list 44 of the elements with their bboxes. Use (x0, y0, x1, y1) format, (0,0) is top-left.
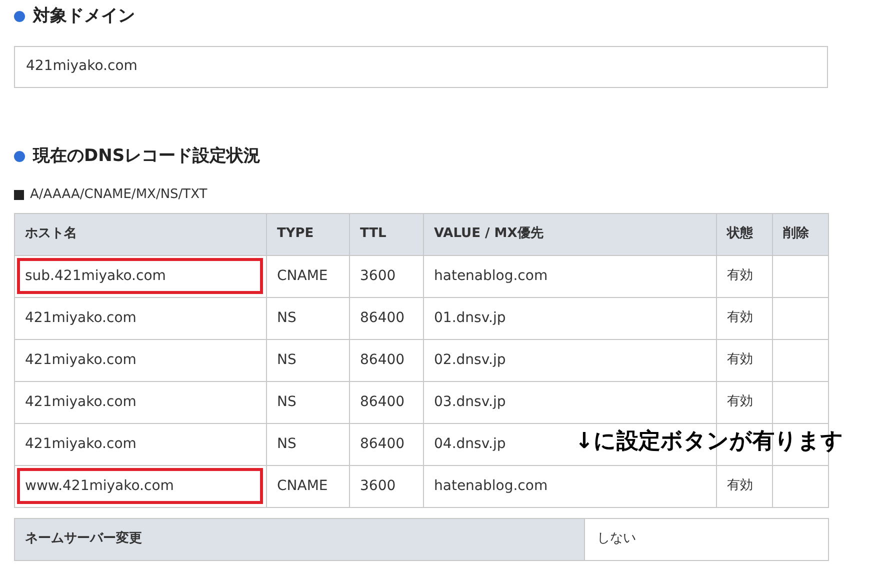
table-cell: NS (266, 423, 350, 465)
table-cell: 86400 (350, 423, 424, 465)
host-name: www.421miyako.com (25, 478, 174, 494)
setting-label: ネームサーバー変更 (15, 518, 585, 560)
setting-value: しない (596, 530, 637, 548)
section-heading: 対象ドメイン (33, 5, 135, 28)
annotation-text: ↓に設定ボタンが有ります (575, 428, 844, 454)
table-cell: 02.dnsv.jp (424, 339, 716, 381)
table-cell: hatenablog.com (424, 255, 716, 297)
table-cell: hatenablog.com (424, 465, 716, 507)
column-header: ホスト名 (14, 213, 266, 255)
host-name: 421miyako.com (25, 394, 136, 410)
bullet-icon (14, 150, 25, 162)
table-cell: 3600 (350, 255, 424, 297)
table-cell: CNAME (266, 255, 350, 297)
table-cell: 3600 (350, 465, 424, 507)
table-cell: 01.dnsv.jp (424, 297, 716, 339)
table-cell: NS (266, 339, 350, 381)
host-name: 421miyako.com (25, 310, 136, 326)
host-name: sub.421miyako.com (25, 268, 166, 284)
table-cell: 86400 (350, 297, 424, 339)
host-name: 421miyako.com (25, 436, 136, 452)
table-cell: NS (266, 297, 350, 339)
table-cell: 有効 (716, 297, 772, 339)
table-cell: NS (266, 381, 350, 423)
column-header: 削除 (772, 213, 828, 255)
host-name: 421miyako.com (25, 352, 136, 368)
table-cell: 有効 (716, 339, 772, 381)
table-cell: 86400 (350, 381, 424, 423)
table-cell: CNAME (266, 465, 350, 507)
table-cell: 有効 (716, 465, 772, 507)
column-header: TYPE (266, 213, 350, 255)
column-header: TTL (350, 213, 424, 255)
table-cell: 有効 (716, 381, 772, 423)
bullet-icon (14, 11, 25, 22)
section-heading: 現在のDNSレコード設定状況 (33, 144, 261, 168)
column-header: VALUE / MX優先 (424, 213, 716, 255)
table-cell: 有効 (716, 255, 772, 297)
table-cell: 86400 (350, 339, 424, 381)
table-cell: 03.dnsv.jp (424, 381, 716, 423)
column-header: 状態 (716, 213, 772, 255)
record-types-label: A/AAAA/CNAME/MX/NS/TXT (30, 186, 208, 204)
domain-field: 421miyako.com (14, 46, 828, 88)
square-icon (14, 190, 24, 200)
